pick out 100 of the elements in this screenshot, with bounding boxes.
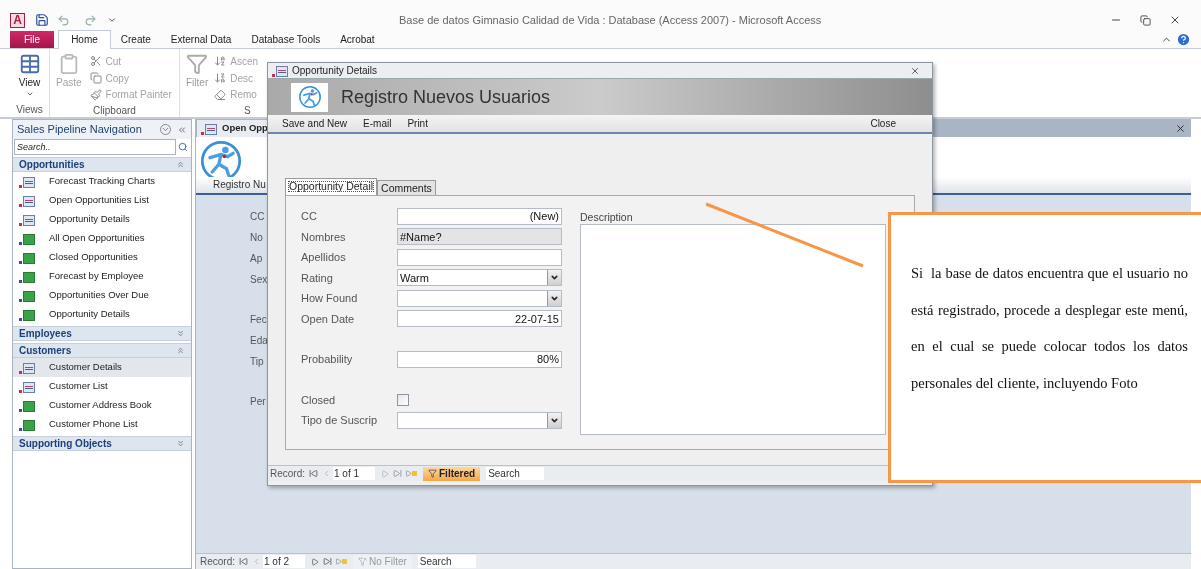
field-label: Description [580,210,634,224]
restore-icon[interactable] [1140,14,1151,26]
redo-icon[interactable] [84,13,97,27]
document-tab[interactable]: Open Opp [197,120,269,137]
eraser-icon [214,88,227,101]
save-icon[interactable] [35,13,49,27]
navigation-item[interactable]: Opportunity Details [13,305,191,324]
record-label: Record: [200,555,235,569]
next-record-icon[interactable] [311,557,319,566]
filter-icon [428,469,437,478]
description-field[interactable] [580,224,886,435]
expand-icon [176,439,185,448]
ribbon-tab[interactable]: External Data [160,31,242,48]
report-icon [19,289,35,302]
text-field[interactable]: 22-07-15 [397,310,562,328]
group-header[interactable]: Employees [13,326,191,341]
checkbox[interactable] [397,393,409,406]
field-label: Fec [250,313,267,327]
new-record-icon[interactable] [335,558,347,565]
navigation-item[interactable]: Customer Address Book [13,396,191,415]
group-header[interactable]: Customers [13,343,191,358]
field-label: Closed [301,392,337,408]
previous-record-icon[interactable] [252,557,261,566]
form-tab[interactable]: Comments [377,180,436,195]
text-field[interactable]: 80% [397,350,562,368]
window-title: Base de datos Gimnasio Calidad de Vida : Database (Access 2007) - Microsoft Access [399,12,822,28]
logo-drawing [297,85,322,109]
toolbar-link[interactable]: Save and New [282,116,348,131]
last-record-icon[interactable] [323,557,332,566]
search-icon[interactable] [178,142,188,152]
navigation-item[interactable]: Customer List [13,377,191,396]
view-button[interactable]: View [18,49,41,102]
ribbon-tab[interactable]: Create [110,31,161,48]
close-icon[interactable] [1169,14,1181,26]
group-header[interactable]: Supporting Objects [13,436,191,451]
navigation-item[interactable]: Opportunities Over Due [13,286,191,305]
form-tab[interactable]: Opportunity Detail [285,178,378,195]
first-record-icon[interactable] [309,469,318,478]
first-record-icon[interactable] [239,557,248,566]
close-icon[interactable] [1175,123,1186,134]
paintbrush-icon [89,88,102,101]
group-label: Views [16,103,43,117]
toolbar-link[interactable]: Print [407,116,428,131]
sort-ascending-icon [214,55,227,68]
search-field[interactable]: Search.. [14,139,176,155]
customize-toolbar-icon[interactable] [107,15,117,25]
ribbon-tab[interactable]: File [10,31,55,48]
record-position-field[interactable]: 1 of 1 [333,467,375,480]
group-header[interactable]: Opportunities [13,157,191,172]
toolbar-link[interactable]: Close [870,116,896,131]
navigation-item[interactable]: Customer Details [13,358,191,377]
form-icon [19,213,35,226]
record-label: Record: [270,467,305,481]
navigation-item[interactable]: Opportunity Details [13,210,191,229]
new-record-icon[interactable] [405,470,417,477]
navigation-item[interactable]: Open Opportunities List [13,191,191,210]
filter-off-icon [358,557,367,566]
ribbon-tab[interactable]: Database Tools [241,31,331,48]
ribbon-tab[interactable]: Home [58,30,111,49]
navigation-item[interactable]: Closed Opportunities [13,248,191,267]
scissors-icon [89,55,102,68]
text-field[interactable]: (New) [397,207,562,225]
field-label: Apellidos [301,250,347,265]
dropdown-field[interactable] [397,289,562,307]
callout-text: Si la base de datos encuentra que el usuario no está registrado, procede a desplegar este menú, en el cual se puede colocar todos los datos personales del cliente, incluyendo Foto [911,264,1188,393]
help-icon[interactable] [1176,32,1191,47]
form-icon [19,361,35,374]
navigation-pane-title: Sales Pipeline Navigation [17,122,143,138]
form-icon [19,194,35,207]
undo-icon[interactable] [57,13,70,27]
field-label: CC [301,209,318,224]
app-logo-icon: A [10,12,25,28]
search-field[interactable]: Search [486,467,545,480]
close-icon[interactable] [910,65,920,76]
navigation-item[interactable]: All Open Opportunities [13,229,191,248]
field-label: Sex [250,273,268,287]
field-label: Probability [301,352,354,367]
field-label: Tipo de Suscrip [301,413,379,428]
group-label: Clipboard [92,104,137,118]
search-field[interactable]: Search [417,555,476,568]
previous-record-icon[interactable] [322,469,331,478]
text-field[interactable] [397,248,562,266]
toolbar-link[interactable]: E-mail [363,116,392,131]
navigation-item[interactable]: Forecast by Employee [13,267,191,286]
last-record-icon[interactable] [393,469,402,478]
ribbon-tab[interactable]: Acrobat [330,31,385,48]
caret-icon [25,90,34,98]
field-label: How Found [301,291,359,306]
report-icon [19,251,35,264]
filter-icon [186,53,209,75]
report-icon [19,270,35,283]
form-icon [19,380,35,393]
filtered-toggle[interactable]: Filtered [423,466,481,481]
dropdown-field[interactable] [397,411,562,429]
navigation-item[interactable]: Customer Phone List [13,415,191,434]
navigation-item[interactable]: Forecast Tracking Charts [13,172,191,191]
collapse-pane-icon[interactable] [177,124,187,135]
table-icon [18,53,41,75]
dropdown-field[interactable]: Warm [397,269,562,287]
record-position-field[interactable]: 1 of 2 [263,555,305,568]
